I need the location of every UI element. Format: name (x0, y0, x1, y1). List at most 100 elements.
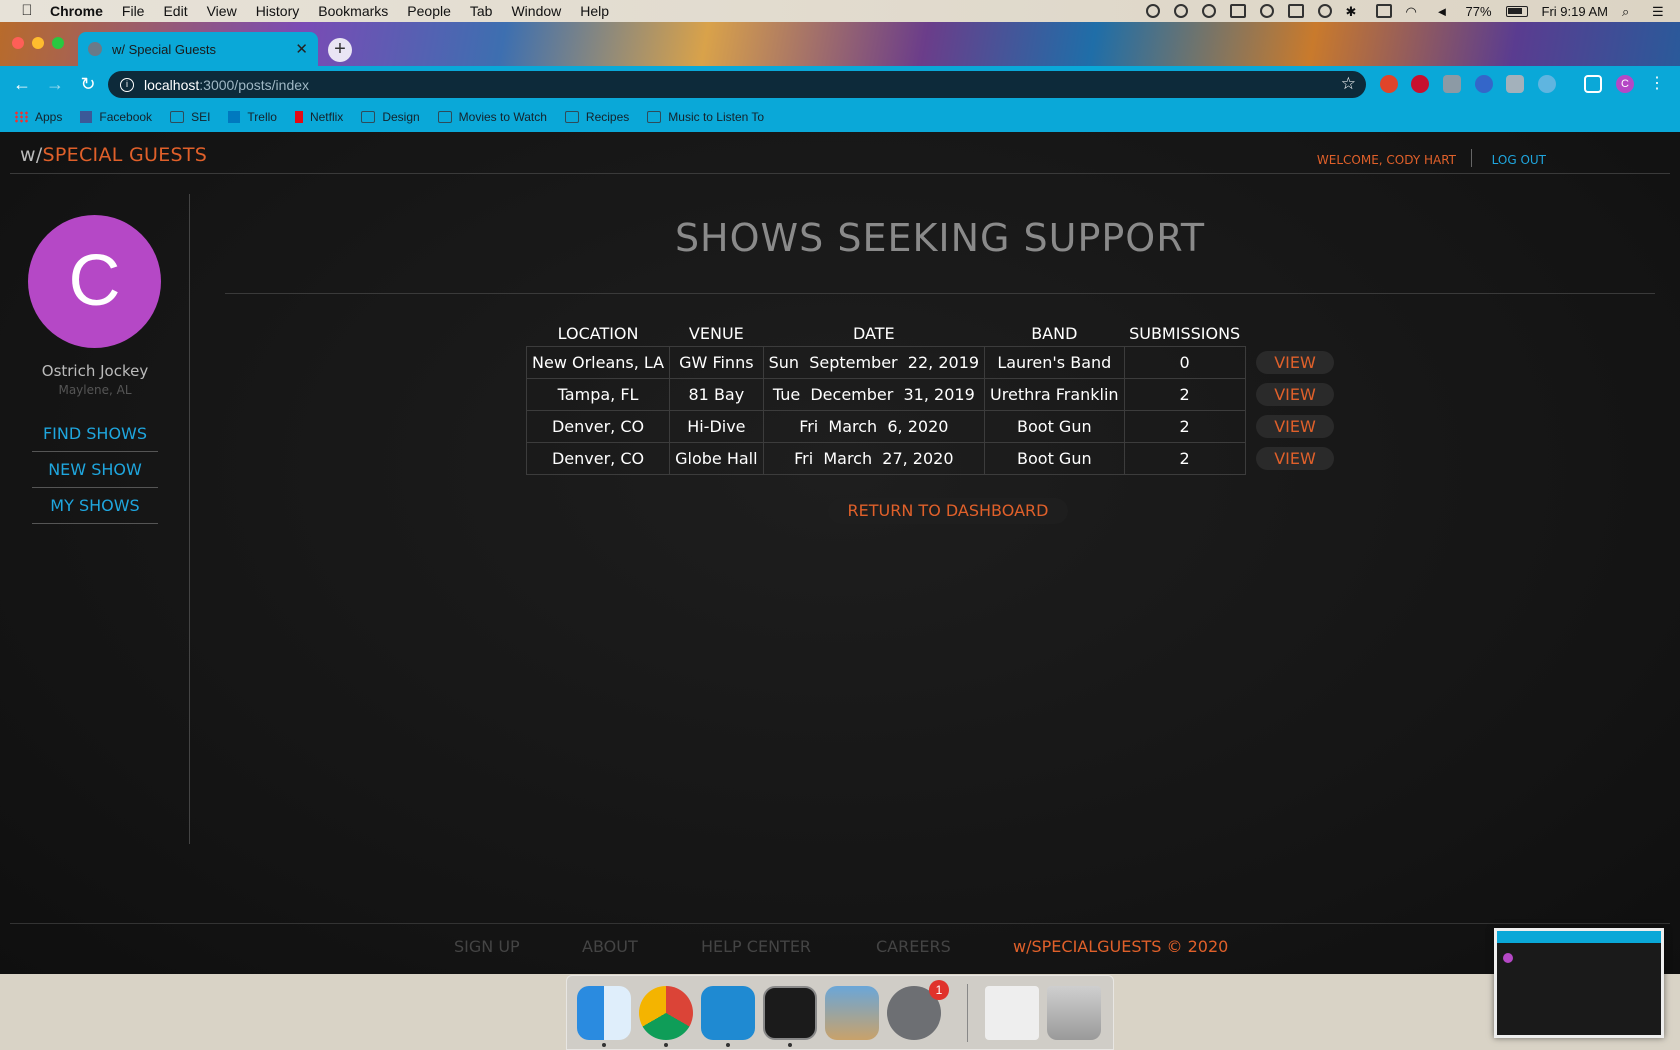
bookmark-movies-to-watch[interactable]: Movies to Watch (437, 110, 547, 124)
site-logo[interactable]: w/SPECIAL GUESTS (20, 144, 207, 166)
cell-band: Urethra Franklin (984, 377, 1125, 411)
column-header-date: DATE (853, 324, 895, 344)
chrome-icon[interactable] (639, 986, 693, 1040)
logout-link[interactable]: LOG OUT (1492, 153, 1546, 167)
title-divider (225, 293, 1655, 294)
close-tab-icon[interactable]: ✕ (295, 40, 308, 58)
glasses-icon[interactable] (1145, 4, 1160, 18)
view-show-button[interactable]: VIEW (1256, 351, 1334, 374)
menubar-clock[interactable]: Fri 9:19 AM (1542, 4, 1608, 19)
profile-avatar-icon[interactable]: C (1616, 75, 1634, 93)
menu-help[interactable]: Help (580, 3, 609, 19)
footer-about-link[interactable]: ABOUT (582, 937, 638, 956)
menu-file[interactable]: File (122, 3, 145, 19)
bookmark-apps[interactable]: Apps (14, 110, 62, 124)
bookmark-facebook[interactable]: Facebook (80, 110, 152, 124)
bookmark-recipes[interactable]: Recipes (564, 110, 629, 124)
bookmark-music-to-listen-to[interactable]: Music to Listen To (647, 110, 764, 124)
wifi-icon[interactable]: ◠ (1406, 4, 1422, 19)
font-extension-icon[interactable] (1506, 75, 1524, 93)
address-bar[interactable]: i localhost:3000/posts/index ☆ (108, 71, 1366, 98)
bluetooth-icon[interactable]: ✱ (1346, 4, 1362, 19)
creative-cloud-icon[interactable] (1173, 4, 1188, 18)
menu-view[interactable]: View (207, 3, 237, 19)
notification-center-icon[interactable]: ☰ (1652, 4, 1668, 19)
time-machine-icon[interactable] (1317, 4, 1332, 18)
bookmark-netflix[interactable]: Netflix (294, 110, 343, 124)
menu-bookmarks[interactable]: Bookmarks (318, 3, 388, 19)
record-icon[interactable] (1259, 4, 1274, 18)
running-indicator (726, 1043, 730, 1047)
apple-menu-icon[interactable]:  (18, 2, 36, 20)
dropbox-icon[interactable] (1229, 4, 1246, 18)
sync-extension-icon[interactable] (1538, 75, 1556, 93)
cell-band: Boot Gun (984, 409, 1125, 443)
preview-icon[interactable] (825, 986, 879, 1040)
bookmark-star-icon[interactable]: ☆ (1341, 74, 1356, 94)
keyboard-icon[interactable] (1375, 4, 1392, 18)
footer-sign-up-link[interactable]: SIGN UP (454, 937, 520, 956)
reload-icon[interactable]: ↻ (77, 73, 99, 95)
menu-tab[interactable]: Tab (470, 3, 493, 19)
sidebar-my-shows-link[interactable]: MY SHOWS (32, 488, 158, 524)
bookmark-design[interactable]: Design (361, 110, 420, 124)
screenshot-thumbnail-preview[interactable] (1494, 928, 1664, 1038)
forward-arrow-icon[interactable]: → (44, 73, 66, 95)
shield-extension-icon[interactable] (1475, 75, 1493, 93)
avatar: C (28, 215, 161, 348)
menu-window[interactable]: Window (511, 3, 561, 19)
sidebar-find-shows-link[interactable]: FIND SHOWS (32, 416, 158, 452)
footer-careers-link[interactable]: CAREERS (876, 937, 951, 956)
new-tab-button[interactable]: + (328, 38, 352, 62)
battery-percent[interactable]: 77% (1466, 4, 1492, 19)
volume-icon[interactable]: ◄ (1436, 4, 1452, 19)
column-header-band: BAND (1031, 324, 1078, 344)
chrome-toolbar: ← → ↻ i localhost:3000/posts/index ☆ C ⋮ (0, 66, 1680, 102)
menu-people[interactable]: People (407, 3, 451, 19)
footer-help-center-link[interactable]: HELP CENTER (701, 937, 811, 956)
terminal-icon[interactable] (763, 986, 817, 1040)
minimize-window-icon[interactable] (32, 37, 44, 49)
column-header-submissions: SUBMISSIONS (1129, 324, 1241, 344)
close-window-icon[interactable] (12, 37, 24, 49)
chrome-menu-icon[interactable]: ⋮ (1648, 75, 1666, 93)
airplay-icon[interactable] (1287, 4, 1304, 18)
battery-icon[interactable] (1505, 5, 1528, 17)
return-to-dashboard-button[interactable]: RETURN TO DASHBOARD (828, 498, 1068, 524)
menu-app-chrome[interactable]: Chrome (50, 3, 103, 19)
table-row: Denver, CO Hi-Dive Fri March 6, 2020 Boo… (525, 409, 1246, 443)
sidebar-new-show-link[interactable]: NEW SHOW (32, 452, 158, 488)
finder-icon[interactable] (577, 986, 631, 1040)
browser-tab-active[interactable]: w/ Special Guests ✕ (78, 32, 318, 66)
menu-edit[interactable]: Edit (163, 3, 187, 19)
web-page: w/SPECIAL GUESTS WELCOME, CODY HART LOG … (0, 132, 1680, 974)
maximize-window-icon[interactable] (52, 37, 64, 49)
bookmark-trello[interactable]: Trello (228, 110, 277, 124)
macos-dock: 1 (566, 975, 1114, 1050)
bookmark-label: Trello (247, 110, 277, 124)
cast-icon[interactable] (1584, 75, 1602, 93)
folder-icon (437, 111, 452, 123)
trash-icon[interactable] (1047, 986, 1101, 1040)
folder-icon (170, 111, 185, 123)
bookmark-label: Design (382, 110, 420, 124)
adblock-plus-extension-icon[interactable] (1411, 75, 1429, 93)
globe-favicon-icon (88, 42, 102, 56)
back-arrow-icon[interactable]: ← (11, 73, 33, 95)
hourglass-extension-icon[interactable] (1443, 75, 1461, 93)
dollar-icon[interactable] (1201, 4, 1216, 18)
info-icon[interactable]: i (120, 77, 134, 92)
stumbleupon-extension-icon[interactable] (1380, 75, 1398, 93)
menu-history[interactable]: History (256, 3, 300, 19)
vscode-icon[interactable] (701, 986, 755, 1040)
url-path: :3000/posts/index (199, 76, 310, 93)
music-document-icon[interactable] (985, 986, 1039, 1040)
view-show-button[interactable]: VIEW (1256, 383, 1334, 406)
spotlight-search-icon[interactable]: ⌕ (1622, 4, 1638, 19)
view-show-button[interactable]: VIEW (1256, 447, 1334, 470)
footer-copyright: w/SPECIALGUESTS © 2020 (1013, 937, 1229, 956)
site-footer: SIGN UP ABOUT HELP CENTER CAREERS w/SPEC… (10, 923, 1670, 974)
view-show-button[interactable]: VIEW (1256, 415, 1334, 438)
bookmark-sei[interactable]: SEI (170, 110, 210, 124)
url-host: localhost (144, 76, 200, 93)
